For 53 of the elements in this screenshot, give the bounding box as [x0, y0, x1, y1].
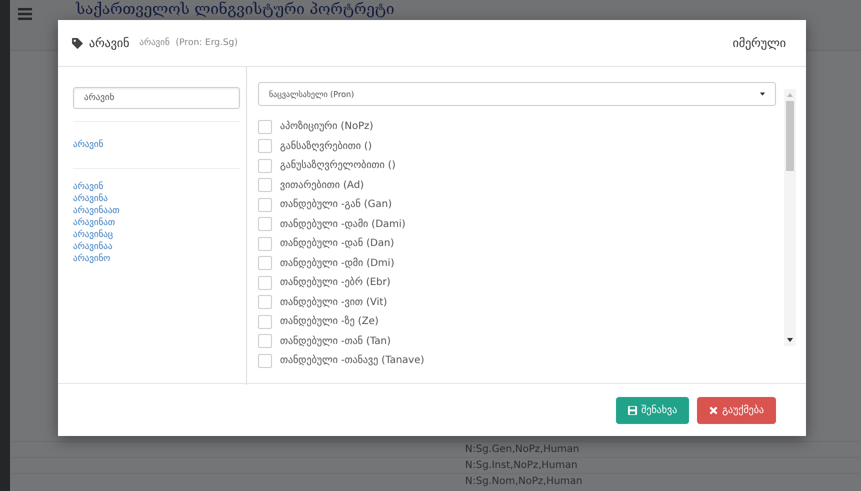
checkbox[interactable] — [258, 314, 272, 329]
word-title: არავინ — [89, 36, 130, 50]
checkbox[interactable] — [258, 217, 272, 232]
form-link[interactable]: არავინა — [73, 193, 108, 205]
dialect-text: იმერული — [732, 36, 786, 50]
scroll-up-arrow-icon[interactable] — [787, 93, 793, 97]
checkbox-label: განუსაზღვრელობითი () — [280, 160, 396, 172]
form-link[interactable]: არავინო — [73, 253, 110, 265]
checkbox[interactable] — [258, 276, 272, 290]
lemma-text: არავინ — [139, 38, 170, 48]
checkbox-label: თანდებული -დამი (Dami) — [280, 218, 406, 230]
checkbox[interactable] — [258, 295, 272, 310]
checkbox[interactable] — [258, 120, 272, 134]
form-link[interactable]: არავინაა — [73, 241, 112, 253]
checkbox[interactable] — [258, 158, 272, 173]
checkbox-label: თანდებული -დან (Dan) — [280, 238, 394, 250]
form-link[interactable]: არავინათ — [73, 217, 116, 229]
checkbox-label: აპოზიციური (NoPz) — [280, 121, 374, 132]
table-cell: N:Sg.Inst,NoPz,Human — [465, 460, 578, 471]
checkbox-label: თანდებული -ზე (Ze) — [280, 316, 379, 328]
category-select[interactable]: ნაცვალსახელი (Pron) — [258, 82, 776, 106]
form-link[interactable]: არავინაც — [73, 229, 113, 241]
checkbox-label: თანდებული -დმი (Dmi) — [280, 258, 394, 269]
close-icon — [709, 406, 718, 414]
checkbox-label: თანდებული -ვით (Vit) — [280, 296, 388, 308]
checkbox[interactable] — [258, 354, 272, 368]
scrollbar[interactable] — [784, 89, 796, 346]
checkbox[interactable] — [258, 236, 272, 251]
checkbox[interactable] — [258, 198, 272, 212]
form-link[interactable]: არავინაათ — [73, 205, 120, 217]
checkbox[interactable] — [258, 256, 272, 270]
lemma-link[interactable]: არავინ — [73, 134, 240, 156]
caret-icon — [760, 92, 765, 96]
table-cell: N:Sg.Gen,NoPz,Human — [465, 444, 580, 455]
checkbox-label: თანდებული -ებრ (Ebr) — [280, 277, 391, 288]
site-title: საქართველოს ლინგვისტური პორტრეტი — [76, 1, 394, 18]
checkbox-label: განსაზღვრებითი () — [280, 140, 372, 152]
menu-icon[interactable] — [18, 8, 32, 20]
tag-icon — [72, 38, 83, 48]
checkbox[interactable] — [258, 334, 272, 348]
save-button[interactable]: შენახვა — [616, 396, 690, 424]
checkbox-label: თანდებული -თან (Tan) — [280, 336, 391, 347]
checkbox[interactable] — [258, 178, 272, 192]
checkbox[interactable] — [258, 139, 272, 154]
form-link[interactable]: არავინ — [73, 181, 104, 193]
cancel-button[interactable]: გაუქმება — [697, 396, 776, 424]
scroll-down-arrow-icon[interactable] — [787, 338, 793, 342]
checkbox-label: თანდებული -თანავე (Tanave) — [280, 355, 424, 366]
checkbox-label: ვითარებითი (Ad) — [280, 180, 364, 191]
scroll-thumb[interactable] — [786, 101, 794, 171]
analysis-text: (Pron: Erg.Sg) — [176, 38, 238, 48]
table-cell: N:Sg.Nom,NoPz,Human — [465, 476, 582, 487]
checkbox-label: თანდებული -გან (Gan) — [280, 199, 392, 210]
